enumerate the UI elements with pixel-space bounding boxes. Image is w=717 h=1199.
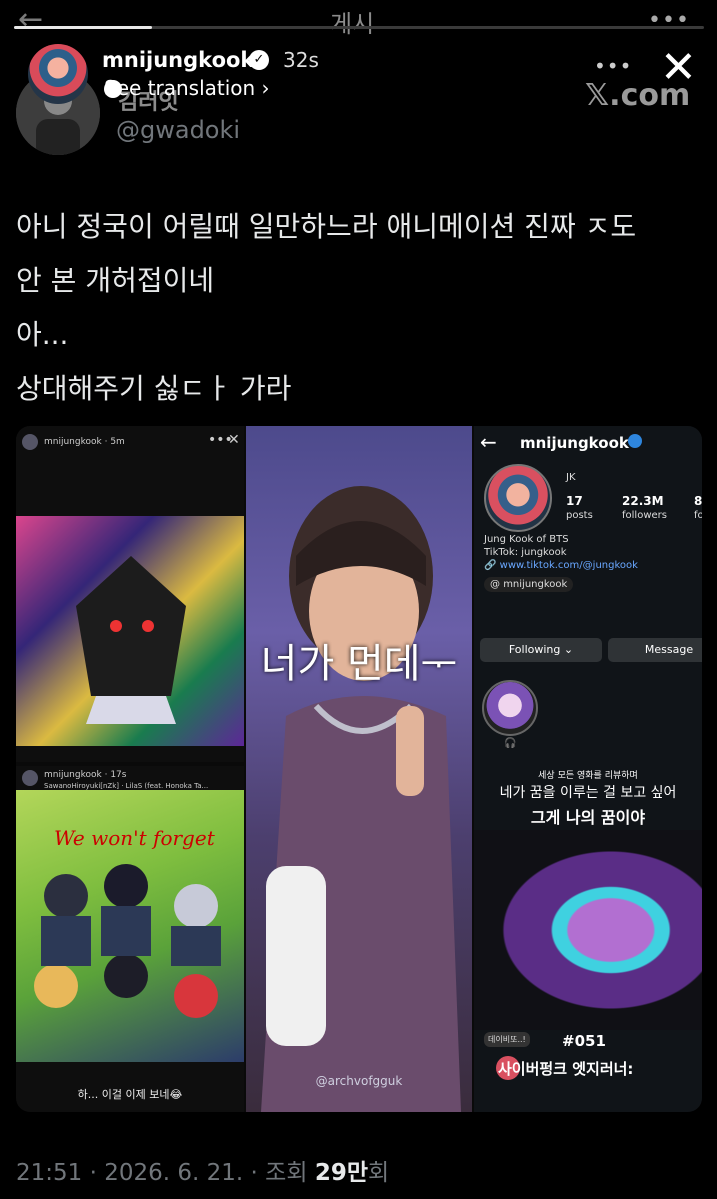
following-button: Following ⌄ <box>480 638 602 662</box>
cyberpunk-artwork <box>474 830 702 1030</box>
followers-count: 22.3M <box>622 494 664 508</box>
see-translation-button[interactable]: See translation › <box>104 76 270 100</box>
tweet-text: 아니 정국이 어릴때 일만하느라 애니메이션 진짜 ㅈ도 안 본 개허접이네 아… <box>16 210 637 405</box>
story-progress-bar <box>14 26 704 29</box>
tweet-time: 21:51 <box>16 1160 83 1186</box>
story-avatar[interactable] <box>28 44 88 104</box>
mini-close-icon: ✕ <box>228 432 240 448</box>
profile-username: mnijungkook <box>520 434 629 452</box>
music-label: SawanoHiroyuki[nZk] · LilaS (feat. Honok… <box>44 782 209 790</box>
tweet-meta: 21:51 · 2026. 6. 21. · 조회 29만회 <box>16 1160 390 1186</box>
tweet-date: 2026. 6. 21. <box>104 1160 244 1186</box>
views-count: 29만 <box>314 1160 368 1186</box>
tweet-media[interactable]: mnijungkook · 5m ••• ✕ mnijungkook · 17s… <box>16 426 702 1112</box>
more-options-icon[interactable]: ••• <box>648 8 690 33</box>
story-username[interactable]: mnijungkook <box>102 48 254 72</box>
anime-characters <box>34 864 221 1018</box>
following-count: 8 <box>694 494 702 508</box>
posts-count: 17 <box>566 494 583 508</box>
media-panel-photo[interactable]: 너가 먼데ᅮ @archvofgguk <box>246 426 472 1112</box>
mini-username: mnijungkook · 5m <box>44 437 125 447</box>
message-button: Message <box>608 638 702 662</box>
posts-label: posts <box>566 510 593 521</box>
photo-overlay-text: 너가 먼데ᅮ <box>260 641 458 687</box>
story-progress-fill <box>14 26 152 29</box>
bottom-title: 사이버펑크 엣지러너: <box>498 1060 634 1078</box>
page-title: 게시 <box>330 10 375 38</box>
threads-badge: @ mnijungkook <box>484 577 574 592</box>
mini-avatar <box>22 434 38 450</box>
brand-watermark: 𝕏.com <box>585 78 691 113</box>
back-arrow-icon[interactable]: ← <box>18 2 43 37</box>
headphones-icon: 🎧 <box>504 738 517 749</box>
person-photo <box>261 486 461 1112</box>
profile-back-icon: ← <box>480 430 497 454</box>
mini-username: mnijungkook · 17s <box>44 770 127 780</box>
photo-watermark: @archvofgguk <box>315 1074 403 1088</box>
profile-link: 🔗 www.tiktok.com/@jungkook <box>484 560 638 571</box>
verified-icon: ✓ <box>249 50 269 70</box>
art-title: We won't forget <box>54 826 215 850</box>
media-panel-story-1[interactable]: mnijungkook · 5m ••• ✕ <box>16 426 244 762</box>
views-label: 조회 <box>265 1160 308 1186</box>
following-label: fo <box>694 510 702 521</box>
see-translation-label: See translation <box>104 76 256 100</box>
profile-verified-icon <box>628 434 642 448</box>
mini-avatar <box>22 770 38 786</box>
media-panel-profile[interactable]: ← mnijungkook JK 17 posts 22.3M follower… <box>474 426 702 1112</box>
story-more-icon[interactable]: ••• <box>594 54 632 78</box>
story-time: 32s <box>283 48 319 72</box>
profile-name: JK <box>566 472 576 483</box>
review-line-1: 세상 모든 영화를 리뷰하며 <box>538 771 638 781</box>
author-handle[interactable]: @gwadoki <box>116 116 240 144</box>
episode-number: #051 <box>562 1032 606 1050</box>
review-line-3: 그게 나의 꿈이야 <box>530 808 646 827</box>
story-highlight <box>482 680 538 736</box>
followers-label: followers <box>622 510 667 521</box>
profile-bio-1: Jung Kook of BTS <box>484 534 569 545</box>
profile-bio-2: TikTok: jungkook <box>484 547 567 558</box>
media-panel-story-2[interactable]: mnijungkook · 17s SawanoHiroyuki[nZk] · … <box>16 766 244 1112</box>
anime-character <box>76 556 186 724</box>
review-line-2: 네가 꿈을 이루는 걸 보고 싶어 <box>499 785 677 801</box>
views-suffix: 회 <box>367 1160 390 1186</box>
story-caption: 하... 이걸 이제 보네😂 <box>77 1088 183 1101</box>
reply-tag: 데이비또..! <box>484 1032 530 1047</box>
profile-avatar <box>484 464 552 532</box>
